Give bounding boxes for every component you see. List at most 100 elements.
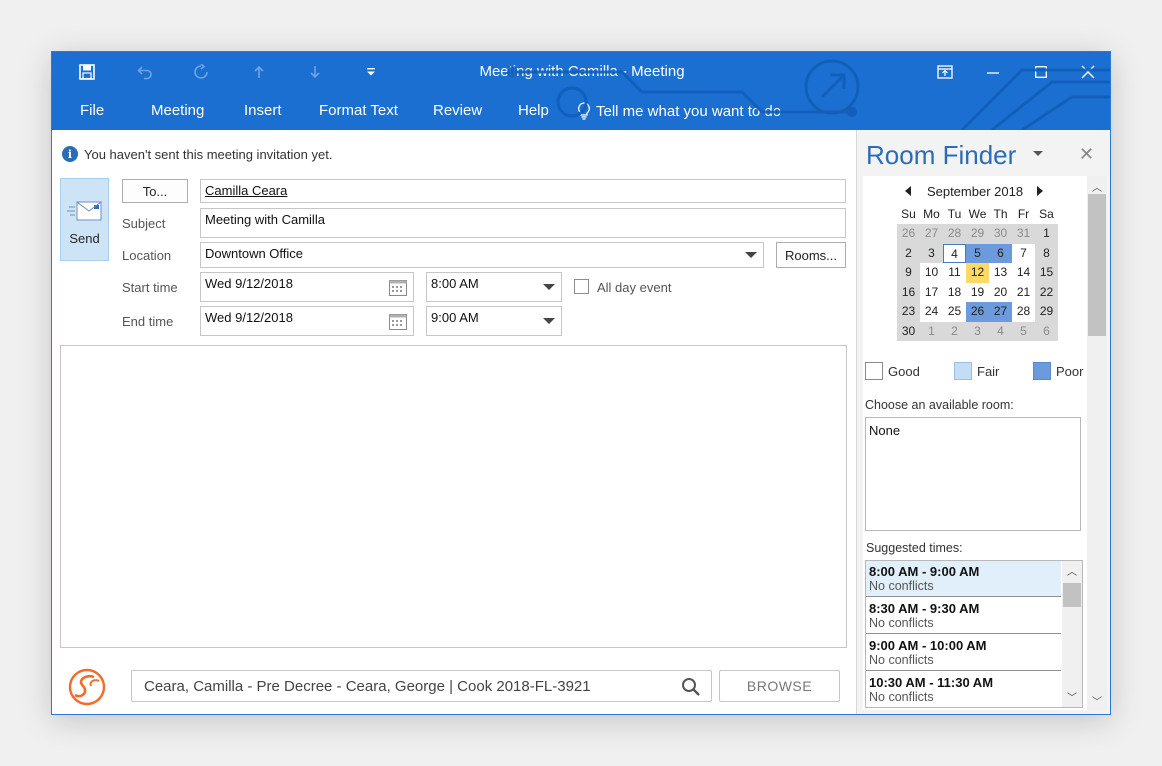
day-of-week-label: Th [993,207,1008,221]
tell-me-box[interactable]: Tell me what you want to do [577,102,781,120]
calendar-week-row: 30 1 2 3 4 5 6 [897,321,1058,341]
to-field[interactable]: Camilla Ceara [200,179,846,203]
tab-format-text[interactable]: Format Text [319,102,398,119]
calendar-day[interactable]: 16 [897,282,920,302]
ribbon-tabs: File Meeting Insert Format Text Review H… [52,92,1110,130]
next-month-icon[interactable] [1037,186,1043,196]
calendar-day[interactable]: 17 [920,283,943,303]
calendar-day[interactable]: 14 [1012,263,1035,283]
scrollbar-thumb[interactable] [1063,583,1081,607]
scroll-up-icon[interactable]: ︿ [1087,178,1107,194]
scroll-up-icon[interactable]: ︿ [1062,563,1082,578]
tab-insert[interactable]: Insert [244,102,282,119]
calendar-day[interactable]: 6 [989,243,1012,263]
start-date-field[interactable]: Wed 9/12/2018 [200,272,414,302]
calendar-icon[interactable] [389,279,407,296]
close-icon[interactable] [1071,58,1105,86]
start-time-field[interactable]: 8:00 AM [426,272,562,302]
calendar-day[interactable]: 18 [943,283,966,303]
tab-file[interactable]: File [80,102,104,119]
scroll-down-icon[interactable]: ﹀ [1087,692,1107,708]
calendar-day[interactable]: 27 [920,224,943,244]
end-time-field[interactable]: 9:00 AM [426,306,562,336]
calendar-day[interactable]: 27 [989,302,1012,322]
tab-review[interactable]: Review [433,102,482,119]
room-finder-scrollbar[interactable]: ︿ ﹀ [1087,176,1107,710]
suggested-time: 8:30 AM - 9:30 AM [869,601,980,616]
start-time-label: Start time [122,280,178,295]
start-time-dropdown-icon[interactable] [543,284,555,290]
day-of-week-label: Su [901,207,916,221]
calendar-day[interactable]: 20 [989,283,1012,303]
calendar-day[interactable]: 29 [1035,302,1058,322]
info-icon: i [62,146,78,162]
restore-ribbon-icon[interactable] [928,58,962,86]
browse-button[interactable]: BROWSE [719,670,840,702]
calendar-day[interactable]: 22 [1035,282,1058,302]
calendar-day[interactable]: 12 [966,263,989,283]
all-day-checkbox[interactable] [574,279,589,294]
calendar-day[interactable]: 30 [989,224,1012,244]
calendar-day[interactable]: 9 [897,263,920,283]
calendar-icon[interactable] [389,313,407,330]
room-list[interactable]: None [865,417,1081,531]
calendar-day[interactable]: 5 [966,243,989,263]
tab-help[interactable]: Help [518,102,549,119]
end-time-dropdown-icon[interactable] [543,318,555,324]
calendar-day[interactable]: 1 [1035,224,1058,244]
calendar-day[interactable]: 11 [943,263,966,283]
to-button[interactable]: To... [122,179,188,203]
calendar-day[interactable]: 4 [943,243,966,263]
message-body[interactable] [60,345,847,648]
calendar-day[interactable]: 3 [920,243,943,263]
calendar-day[interactable]: 6 [1035,321,1058,341]
send-button[interactable]: Send [60,178,109,261]
calendar-day[interactable]: 31 [1012,224,1035,244]
calendar-day[interactable]: 7 [1012,244,1035,264]
calendar-day[interactable]: 13 [989,263,1012,283]
calendar-day[interactable]: 24 [920,302,943,322]
location-field[interactable]: Downtown Office [200,242,764,268]
calendar-day[interactable]: 28 [943,224,966,244]
calendar-day[interactable]: 21 [1012,283,1035,303]
close-pane-icon[interactable]: ✕ [1079,144,1094,165]
calendar-day[interactable]: 8 [1035,243,1058,263]
calendar-day[interactable]: 26 [897,224,920,244]
suggested-time-item[interactable]: 8:00 AM - 9:00 AM No conflicts [866,561,1061,597]
room-finder-content: September 2018 Su Mo Tu We Th Fr Sa 26 27 28 29 30… [863,176,1087,710]
suggested-time-item[interactable]: 8:30 AM - 9:30 AM No conflicts [866,598,1061,634]
calendar-day[interactable]: 26 [966,302,989,322]
calendar-day[interactable]: 2 [897,243,920,263]
calendar-day[interactable]: 3 [966,321,989,341]
rooms-button[interactable]: Rooms... [776,242,846,268]
minimize-icon[interactable] [976,58,1010,86]
end-date-field[interactable]: Wed 9/12/2018 [200,306,414,336]
suggested-scrollbar[interactable]: ︿ ﹀ [1062,561,1082,707]
calendar-day[interactable]: 4 [989,321,1012,341]
maximize-icon[interactable] [1024,58,1058,86]
matter-search-input[interactable]: Ceara, Camilla - Pre Decree - Ceara, Geo… [131,670,712,702]
calendar-day[interactable]: 19 [966,283,989,303]
calendar-day[interactable]: 15 [1035,263,1058,283]
calendar-day[interactable]: 5 [1012,321,1035,341]
room-list-item[interactable]: None [869,423,900,438]
calendar-day[interactable]: 30 [897,321,920,341]
calendar-day[interactable]: 28 [1012,302,1035,322]
suggested-time-item[interactable]: 9:00 AM - 10:00 AM No conflicts [866,635,1061,671]
calendar-day[interactable]: 25 [943,302,966,322]
calendar-day[interactable]: 1 [920,321,943,341]
calendar-day[interactable]: 29 [966,224,989,244]
location-dropdown-icon[interactable] [745,252,757,258]
calendar-day[interactable]: 23 [897,302,920,322]
calendar-day[interactable]: 10 [920,263,943,283]
suggested-time-item[interactable]: 10:30 AM - 11:30 AM No conflicts [866,672,1061,707]
chevron-down-icon[interactable] [1033,151,1043,156]
search-icon[interactable] [681,677,701,697]
subject-field[interactable]: Meeting with Camilla [200,208,846,238]
suggested-status: No conflicts [869,616,934,630]
scroll-down-icon[interactable]: ﹀ [1062,689,1082,704]
scrollbar-thumb[interactable] [1088,194,1106,336]
tell-me-text: Tell me what you want to do [596,102,782,120]
tab-meeting[interactable]: Meeting [151,102,204,119]
calendar-day[interactable]: 2 [943,321,966,341]
